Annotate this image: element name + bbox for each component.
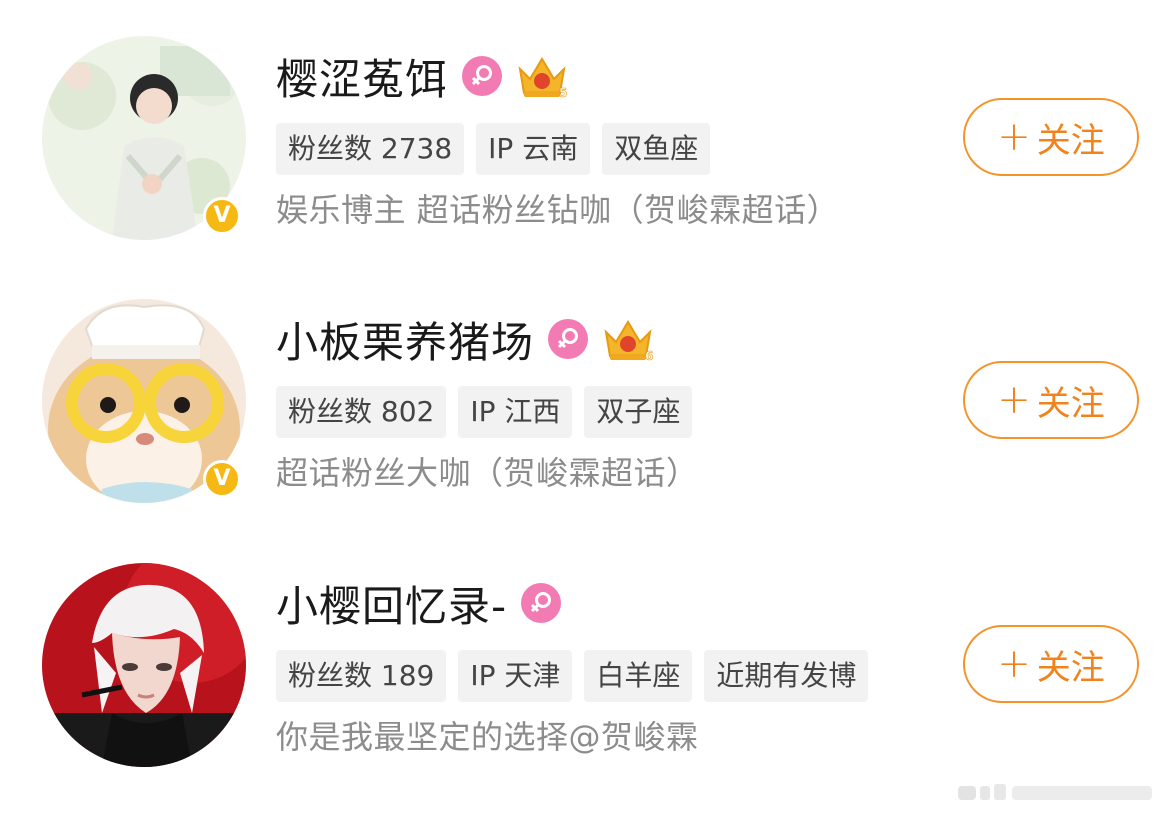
ip-location-tag: IP 天津 [458,650,573,702]
name-line: 小樱回忆录- [276,573,562,634]
verified-badge-icon: V [203,460,241,498]
follow-button[interactable]: + 关注 [963,625,1139,703]
name-line: 小板栗养猪场 6 [276,309,656,369]
avatar[interactable] [42,563,246,767]
plus-icon: + [997,114,1031,160]
zodiac-tag: 双鱼座 [602,123,711,175]
female-icon [462,56,503,96]
female-icon [521,583,562,623]
plus-icon: + [997,641,1031,687]
follow-label: 关注 [1036,120,1105,161]
ip-location-tag: IP 江西 [458,386,573,438]
avatar-image [42,563,246,767]
verified-badge-icon: V [203,197,241,235]
user-row[interactable]: V 小板栗养猪场 6 粉丝数 802 IP 江西 双子座 超话粉丝大咖（贺峻霖超… [0,293,1170,533]
user-row[interactable]: 小樱回忆录- 粉丝数 189 IP 天津 白羊座 近期有发博 你是我最坚定的选择… [0,557,1170,797]
crown-level: 6 [645,349,653,362]
follow-label: 关注 [1036,647,1105,688]
follow-label: 关注 [1036,383,1105,424]
crown-level-icon: 5 [514,53,570,100]
watermark-logo [958,780,1158,804]
fans-count-tag: 粉丝数 189 [276,650,447,702]
crown-level-icon: 6 [600,316,656,363]
tag-list: 粉丝数 189 IP 天津 白羊座 近期有发博 [276,650,880,702]
fans-count-tag: 粉丝数 802 [276,386,447,438]
tag-list: 粉丝数 802 IP 江西 双子座 [276,386,704,438]
user-bio: 超话粉丝大咖（贺峻霖超话） [276,454,699,492]
user-row[interactable]: V 樱涩菟饵 5 粉丝数 2738 IP 云南 双鱼座 娱乐博主 超话粉丝钻咖（… [0,30,1170,270]
follow-button[interactable]: + 关注 [963,361,1139,439]
tag-list: 粉丝数 2738 IP 云南 双鱼座 [276,123,722,175]
user-bio: 你是我最坚定的选择@贺峻霖 [276,718,699,756]
recent-post-tag: 近期有发博 [704,650,869,702]
user-name[interactable]: 小板栗养猪场 [276,309,534,370]
ip-location-tag: IP 云南 [476,123,591,175]
zodiac-tag: 白羊座 [584,650,693,702]
follow-button[interactable]: + 关注 [963,98,1139,176]
female-icon [548,319,589,359]
zodiac-tag: 双子座 [584,386,693,438]
crown-level: 5 [559,86,567,99]
user-name[interactable]: 小樱回忆录- [276,573,507,634]
plus-icon: + [997,377,1031,423]
user-bio: 娱乐博主 超话粉丝钻咖（贺峻霖超话） [276,191,840,229]
fans-count-tag: 粉丝数 2738 [276,123,465,175]
name-line: 樱涩菟饵 5 [276,46,570,106]
user-name[interactable]: 樱涩菟饵 [276,46,448,107]
